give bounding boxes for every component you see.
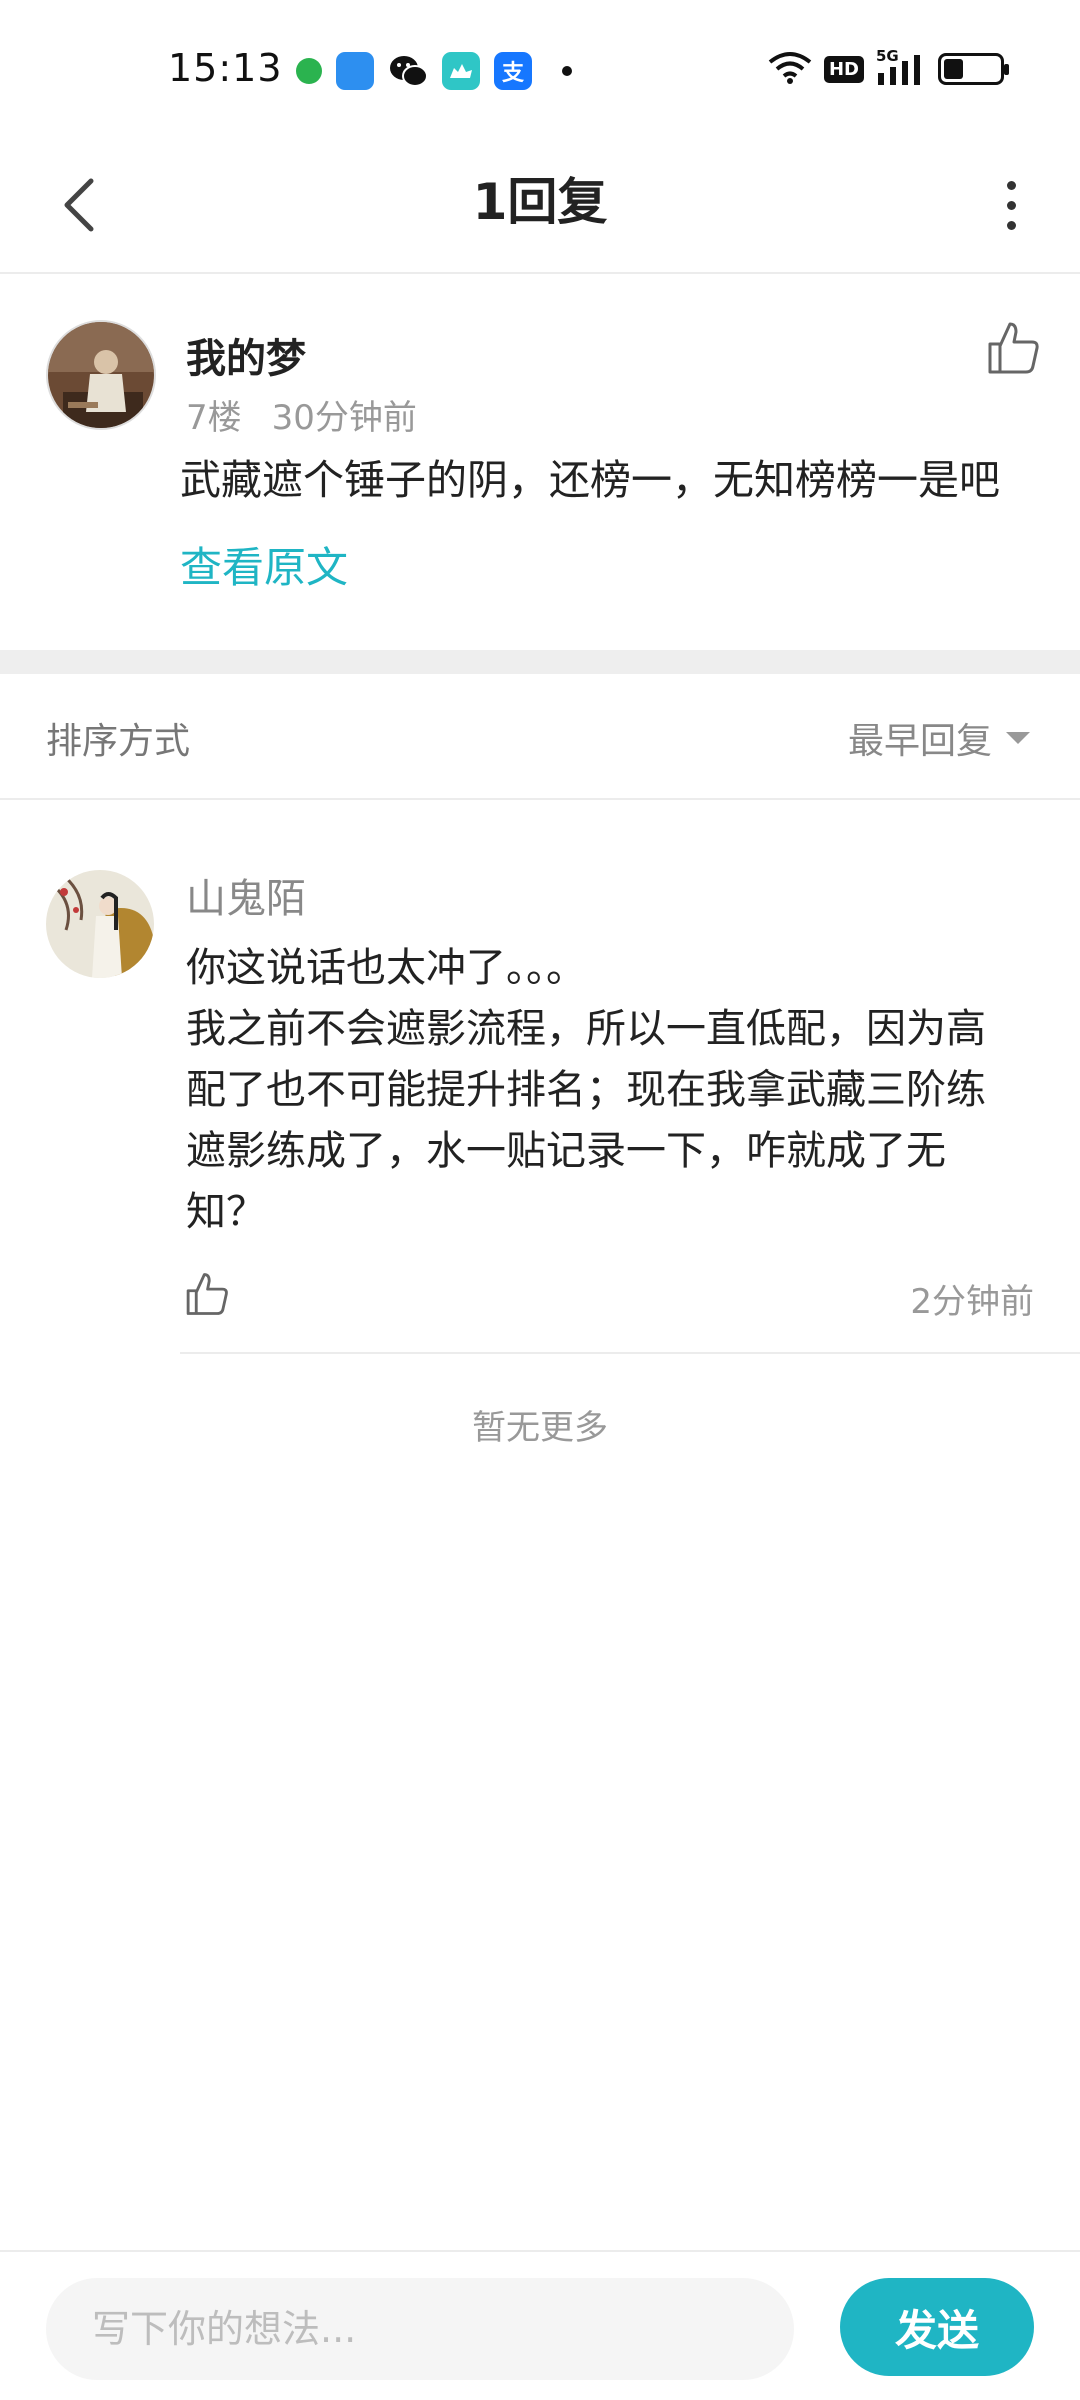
hd-badge: HD	[823, 55, 864, 83]
no-more-label: 暂无更多	[472, 1408, 608, 1448]
more-options-button[interactable]	[976, 170, 1046, 240]
alipay-icon: 支	[494, 52, 532, 90]
page-title: 1回复	[472, 173, 608, 231]
sort-bar: 排序方式 最早回复	[0, 674, 1080, 800]
reply-username[interactable]: 山鬼陌	[186, 866, 306, 924]
comment-username[interactable]: 我的梦	[186, 326, 306, 384]
thumbs-up-icon	[988, 322, 1039, 374]
status-time: 15:13	[168, 46, 283, 90]
caret-down-icon	[1006, 732, 1030, 744]
sort-label: 排序方式	[46, 721, 191, 762]
section-divider	[0, 650, 1080, 674]
reply-like-button[interactable]	[180, 1268, 232, 1320]
signal-icon: 5G	[876, 47, 926, 87]
more-notifications-dot	[562, 66, 572, 76]
wechat-icon	[388, 52, 428, 90]
reply-text-line: 你这说话也太冲了。。。	[186, 945, 586, 991]
comment-input-bar: 发送	[0, 2250, 1080, 2400]
camel-app-icon	[442, 52, 480, 90]
battery-level	[944, 59, 963, 79]
nav-header: 1回复	[0, 140, 1080, 274]
sort-value: 最早回复	[847, 721, 992, 762]
blue-square-icon	[336, 52, 374, 90]
reply-text: 你这说话也太冲了。。。 我之前不会遮影流程，所以一直低配，因为高 配了也不可能提…	[186, 938, 1036, 1243]
reply-divider	[180, 1352, 1080, 1354]
sort-dropdown[interactable]: 最早回复	[848, 712, 1030, 764]
battery-icon	[938, 53, 1009, 85]
main-comment: 我的梦 7楼 30分钟前 武藏遮个锤子的阴，还榜一，无知榜榜一是吧 查看原文	[0, 276, 1080, 650]
avatar[interactable]	[46, 320, 156, 430]
comment-meta: 7楼 30分钟前	[186, 390, 417, 439]
reply-text-line: 配了也不可能提升排名；现在我拿武藏三阶练	[186, 1067, 986, 1113]
floor-number: 7楼	[186, 398, 242, 438]
green-dot-icon	[296, 58, 322, 84]
more-dot-icon	[1006, 220, 1016, 230]
wifi-icon	[768, 50, 812, 88]
send-button[interactable]: 发送	[840, 2278, 1034, 2376]
comment-text: 武藏遮个锤子的阴，还榜一，无知榜榜一是吧	[180, 456, 1000, 504]
reply-item: 山鬼陌 你这说话也太冲了。。。 我之前不会遮影流程，所以一直低配，因为高 配了也…	[0, 800, 1080, 1354]
thumbs-up-icon	[186, 1273, 228, 1315]
view-original-link[interactable]: 查看原文	[180, 534, 348, 595]
more-dot-icon	[1006, 180, 1016, 190]
more-dot-icon	[1006, 200, 1016, 210]
like-button[interactable]	[980, 316, 1044, 380]
avatar[interactable]	[46, 870, 154, 978]
reply-time: 2分钟前	[910, 1282, 1034, 1322]
reply-text-line: 知？	[186, 1189, 266, 1235]
comment-time: 30分钟前	[271, 398, 417, 438]
notification-icons: 支	[296, 52, 572, 90]
comment-input[interactable]	[46, 2278, 794, 2380]
reply-text-line: 我之前不会遮影流程，所以一直低配，因为高	[186, 1006, 986, 1052]
status-bar: 15:13 支 HD 5G	[0, 0, 1080, 140]
system-indicators: HD 5G	[768, 47, 1009, 88]
reply-text-line: 遮影练成了，水一贴记录一下，咋就成了无	[186, 1128, 946, 1174]
